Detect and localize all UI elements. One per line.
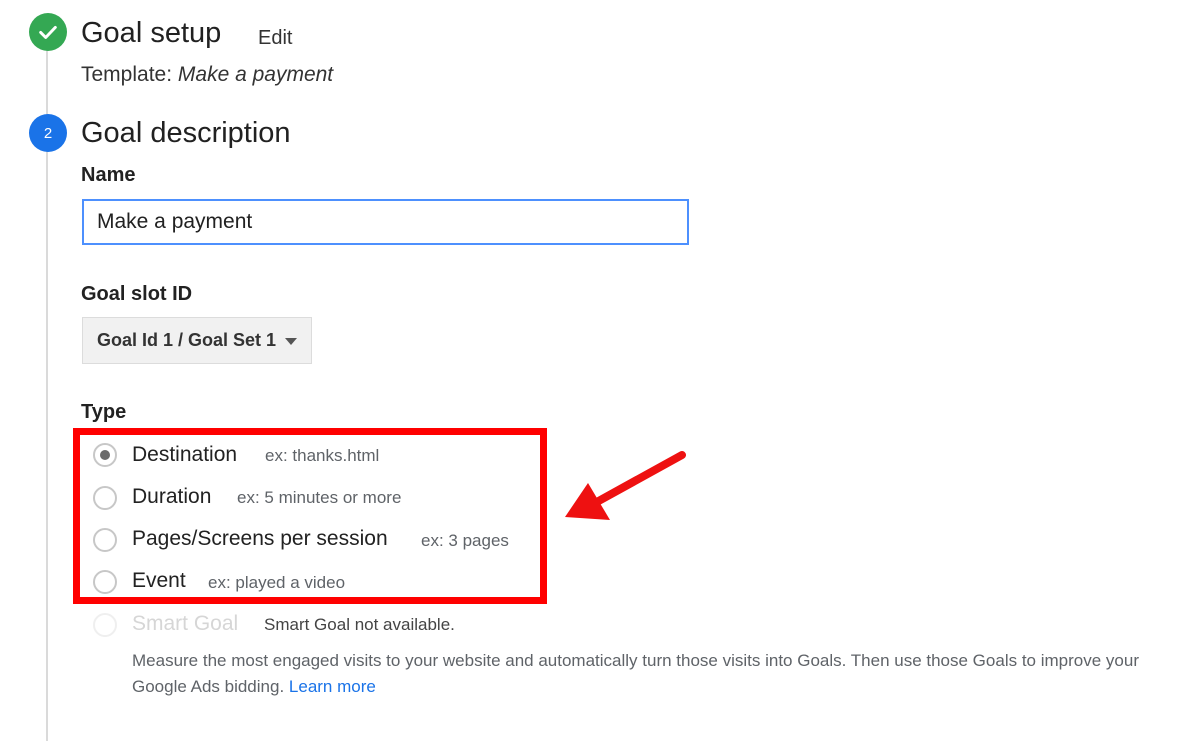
template-label: Template: [81, 63, 173, 86]
goal-slot-dropdown[interactable]: Goal Id 1 / Goal Set 1 [82, 317, 312, 364]
smart-goal-description: Measure the most engaged visits to your … [132, 648, 1142, 700]
smart-goal-description-text: Measure the most engaged visits to your … [132, 651, 1139, 696]
goal-name-input[interactable] [82, 199, 689, 245]
option-smart-goal-label: Smart Goal [132, 612, 239, 635]
radio-smart-goal [93, 613, 117, 637]
template-line: Template: Make a payment [81, 63, 333, 87]
step-number-badge: 2 [29, 114, 67, 152]
edit-goal-setup-link[interactable]: Edit [258, 27, 292, 50]
smart-goal-status: Smart Goal not available. [264, 615, 455, 634]
dropdown-caret-icon [285, 338, 297, 345]
goal-slot-label: Goal slot ID [81, 283, 193, 305]
goal-setup-title: Goal setup [81, 17, 222, 49]
type-label: Type [81, 401, 127, 423]
name-label: Name [81, 164, 136, 186]
step-complete-check-icon [29, 13, 67, 51]
learn-more-link[interactable]: Learn more [289, 677, 376, 696]
goal-description-title: Goal description [81, 117, 291, 149]
annotation-arrow-icon [565, 451, 686, 520]
template-value: Make a payment [177, 63, 334, 86]
goal-slot-selected-value: Goal Id 1 / Goal Set 1 [97, 330, 277, 350]
highlight-box [73, 428, 547, 604]
